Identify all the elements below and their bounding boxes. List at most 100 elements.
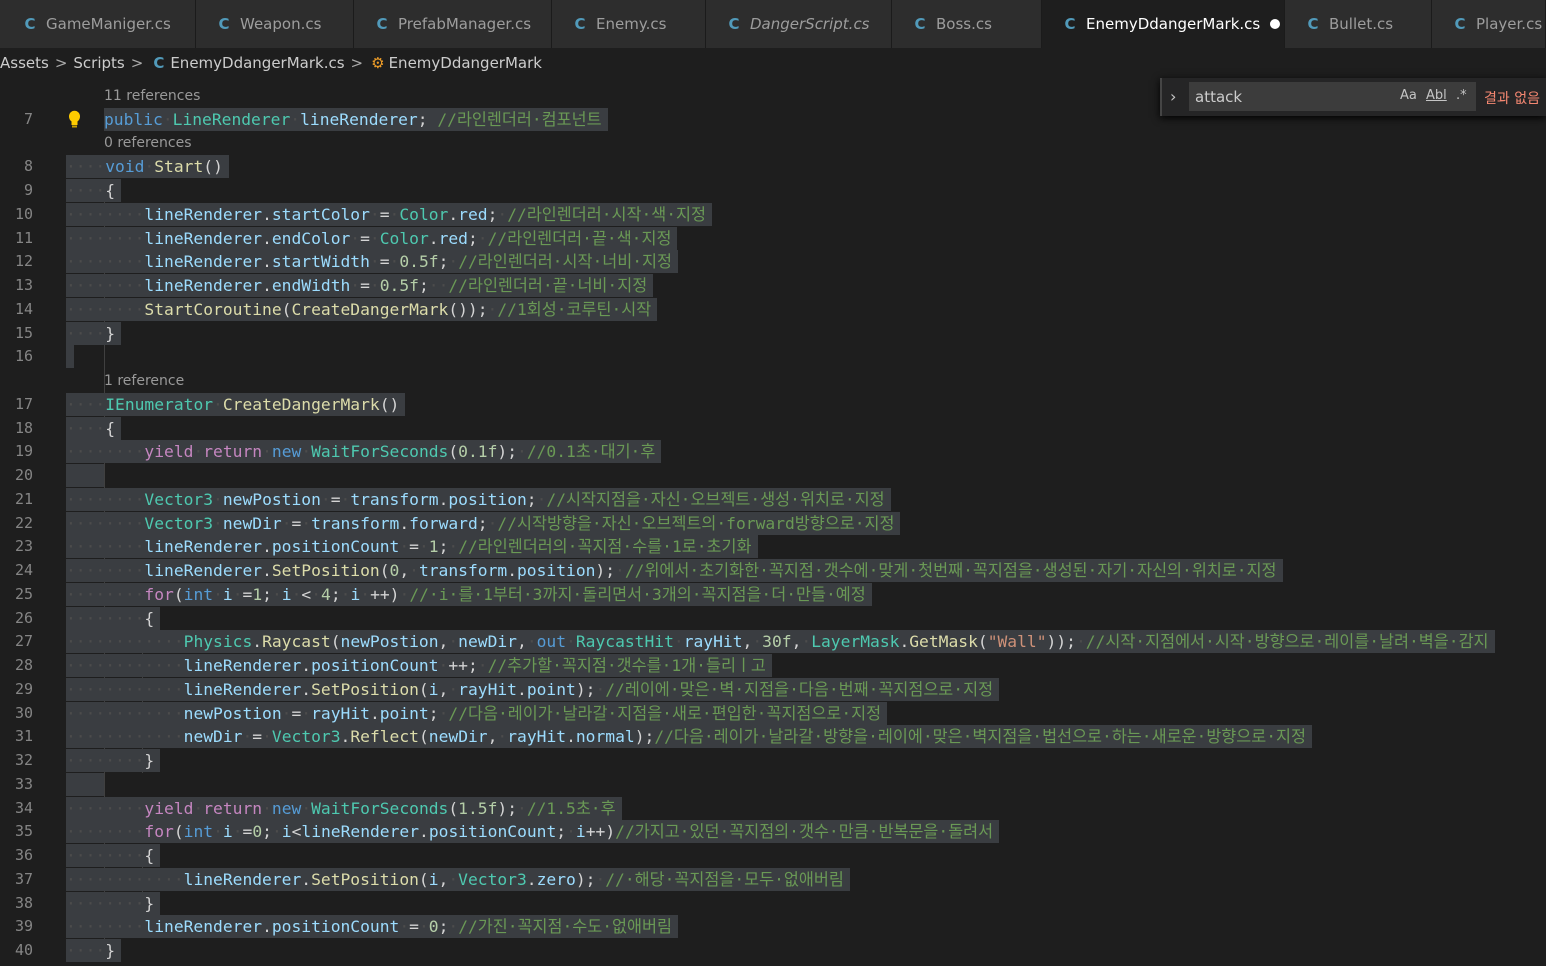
code-line[interactable]: 26 ········{ — [0, 607, 1546, 630]
tab-gamemaniger-cs[interactable]: C GameManiger.cs — [0, 0, 196, 48]
code-token: . — [301, 680, 312, 699]
regex-toggle[interactable]: .* — [1456, 88, 1467, 103]
code-editor[interactable]: 11 references 0 references 1 reference 7 pub… — [0, 78, 1546, 966]
line-number: 27 — [14, 632, 33, 650]
code-token: ········ — [66, 917, 145, 936]
code-line[interactable]: 29 ············lineRenderer.SetPosition(i… — [0, 678, 1546, 701]
code-token: positionCount — [311, 656, 439, 675]
code-token: 0.5f — [379, 276, 419, 295]
code-token: ········ — [66, 442, 145, 461]
code-token: . — [301, 870, 312, 889]
code-line[interactable]: 21 ········Vector3·newPostion·=·transform… — [0, 488, 1546, 511]
code-token: ········ — [66, 585, 145, 604]
match-case-toggle[interactable]: Aa — [1400, 88, 1417, 103]
code-line[interactable]: 13 ········lineRenderer.endWidth·=·0.5f;·… — [0, 274, 1546, 297]
code-line[interactable]: 9 ····{ — [0, 179, 1546, 202]
line-number: 39 — [14, 917, 33, 935]
tab-bullet-cs[interactable]: C Bullet.cs — [1285, 0, 1432, 48]
codelens-references[interactable]: 1 reference — [104, 371, 184, 391]
code-line[interactable]: 11 ········lineRenderer.endColor·=·Color.… — [0, 227, 1546, 250]
tab-weapon-cs[interactable]: C Weapon.cs — [196, 0, 354, 48]
tab-dangerscript-cs[interactable]: C DangerScript.cs — [706, 0, 892, 48]
code-line[interactable]: 33 — [0, 773, 1546, 796]
tab-player-cs[interactable]: C Player.cs — [1432, 0, 1546, 48]
codelens-references[interactable]: 0 references — [104, 133, 192, 153]
code-line[interactable]: 30 ············newPostion·=·rayHit.point;… — [0, 702, 1546, 725]
code-token: red — [458, 205, 488, 224]
code-token: · — [497, 205, 508, 224]
code-token: newPostion — [183, 704, 282, 723]
code-token: · — [595, 870, 606, 889]
line-number: 22 — [14, 514, 33, 532]
unsaved-dot-icon[interactable] — [1270, 19, 1281, 29]
code-line[interactable]: 16 — [0, 345, 1546, 368]
code-line[interactable]: 20 — [0, 464, 1546, 487]
code-line[interactable]: 22 ········Vector3·newDir·=·transform.for… — [0, 512, 1546, 535]
code-token: //1회성·코루틴·시작 — [497, 300, 652, 319]
breadcrumb-item-scripts[interactable]: Scripts — [73, 54, 124, 72]
tab-enemyddangermark-cs[interactable]: C EnemyDdangerMark.cs — [1042, 0, 1285, 48]
code-line[interactable]: 15 ····} — [0, 322, 1546, 345]
code-line[interactable]: 28 ············lineRenderer.positionCount… — [0, 654, 1546, 677]
code-token: SetPosition — [311, 870, 419, 889]
code-token: newPostion — [340, 632, 439, 651]
breadcrumb-item-assets[interactable]: Assets — [0, 54, 49, 72]
code-token: · — [193, 442, 204, 461]
code-line[interactable]: 38 ········} — [0, 892, 1546, 915]
code-token: CreateDangerMark — [291, 300, 449, 319]
chevron-right-icon[interactable]: › — [1170, 87, 1176, 106]
csharp-file-icon: C — [218, 15, 230, 33]
code-line[interactable]: 39 ········lineRenderer.positionCount·=·0… — [0, 915, 1546, 938]
code-line[interactable]: 37 ············lineRenderer.SetPosition(i… — [0, 868, 1546, 891]
code-token: int — [183, 585, 214, 604]
code-text: ············lineRenderer.SetPosition(i,·… — [66, 678, 993, 701]
code-token: GetMask — [909, 632, 978, 651]
tab-label: Bullet.cs — [1329, 15, 1394, 33]
code-line[interactable]: 12 ········lineRenderer.startWidth·=·0.5f… — [0, 250, 1546, 273]
code-token: transform — [350, 490, 439, 509]
code-token: · — [271, 585, 282, 604]
code-line[interactable]: 24 ········lineRenderer.SetPosition(0,·tr… — [0, 559, 1546, 582]
tab-enemy-cs[interactable]: C Enemy.cs — [552, 0, 706, 48]
code-text: ············newDir·=·Vector3.Reflect(new… — [66, 725, 1306, 748]
code-line[interactable]: 10 ········lineRenderer.startColor·=·Colo… — [0, 203, 1546, 226]
code-token: . — [301, 656, 312, 675]
code-token: ············ — [66, 632, 184, 651]
code-line[interactable]: 25 ········for(int·i·=1;·i·<·4;·i·++)·//·… — [0, 583, 1546, 606]
code-line[interactable]: 18 ····{ — [0, 417, 1546, 440]
code-line[interactable]: 35 ········for(int·i·=0;·i<lineRenderer.p… — [0, 820, 1546, 843]
line-number: 28 — [14, 656, 33, 674]
breadcrumb-item-file[interactable]: EnemyDdangerMark.cs — [170, 54, 344, 72]
code-token: , — [791, 632, 802, 651]
code-token: ········ — [66, 229, 145, 248]
breadcrumb-item-symbol[interactable]: EnemyDdangerMark — [389, 54, 542, 72]
code-line[interactable]: 19 ········yield·return·new·WaitForSecond… — [0, 440, 1546, 463]
tab-label: Weapon.cs — [240, 15, 322, 33]
code-line[interactable]: 17 ····IEnumerator·CreateDangerMark() — [0, 393, 1546, 416]
code-token: · — [291, 585, 302, 604]
code-token: lineRenderer — [144, 561, 263, 580]
tab-prefabmanager-cs[interactable]: C PrefabManager.cs — [354, 0, 552, 48]
code-line[interactable]: 31 ············newDir·=·Vector3.Reflect(n… — [0, 725, 1546, 748]
code-token: · — [262, 727, 272, 746]
codelens-references[interactable]: 11 references — [104, 86, 200, 106]
code-token: . — [262, 561, 272, 580]
code-line[interactable]: 14 ········StartCoroutine(CreateDangerMar… — [0, 298, 1546, 321]
code-line[interactable]: 8 ····void·Start() — [0, 155, 1546, 178]
code-line[interactable]: 32 ········} — [0, 749, 1546, 772]
code-text: ············lineRenderer.SetPosition(i,·… — [66, 868, 844, 891]
code-token: · — [497, 727, 508, 746]
code-token: red — [438, 229, 468, 248]
code-token: . — [262, 252, 272, 271]
code-line[interactable]: 36 ········{ — [0, 844, 1546, 867]
code-token: ( — [173, 822, 184, 841]
code-line[interactable]: 34 ········yield·return·new·WaitForSecond… — [0, 797, 1546, 820]
code-line[interactable]: 23 ········lineRenderer.positionCount·=·1… — [0, 535, 1546, 558]
code-line[interactable]: 27 ············Physics.Raycast(newPostion… — [0, 630, 1546, 653]
whole-word-toggle[interactable]: Abl — [1426, 88, 1447, 103]
code-token: newDir — [222, 514, 282, 533]
code-line[interactable]: 40 ····} — [0, 939, 1546, 962]
code-token: new — [271, 799, 302, 818]
tab-boss-cs[interactable]: C Boss.cs — [892, 0, 1042, 48]
code-token: ···· — [66, 419, 106, 438]
